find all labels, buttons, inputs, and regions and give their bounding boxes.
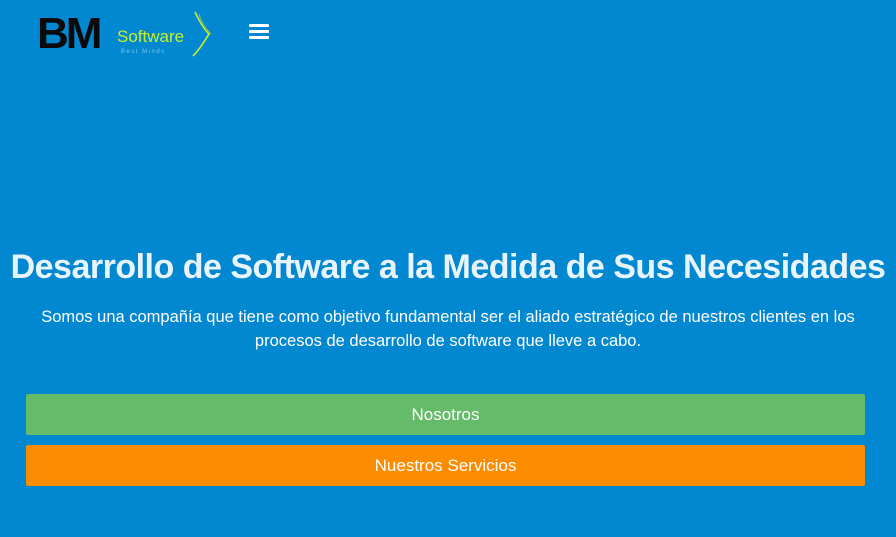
nuestros-servicios-button[interactable]: Nuestros Servicios [26, 445, 865, 486]
hero-title: Desarrollo de Software a la Medida de Su… [10, 248, 886, 286]
hamburger-menu-icon[interactable] [249, 24, 269, 42]
navbar: BM Software Best Minds [0, 0, 896, 70]
nosotros-button[interactable]: Nosotros [26, 394, 865, 435]
logo-initials: BM [37, 9, 102, 58]
menu-bar [249, 24, 269, 27]
hero-description: Somos una compañía que tiene como objeti… [41, 308, 855, 350]
logo-swoosh-icon [192, 11, 212, 57]
brand-logo[interactable]: BM Software Best Minds [37, 10, 212, 60]
logo-tagline: Best Minds [121, 49, 166, 55]
logo-wordmark: Software [117, 27, 185, 46]
menu-bar [249, 30, 269, 33]
menu-bar [249, 36, 269, 39]
